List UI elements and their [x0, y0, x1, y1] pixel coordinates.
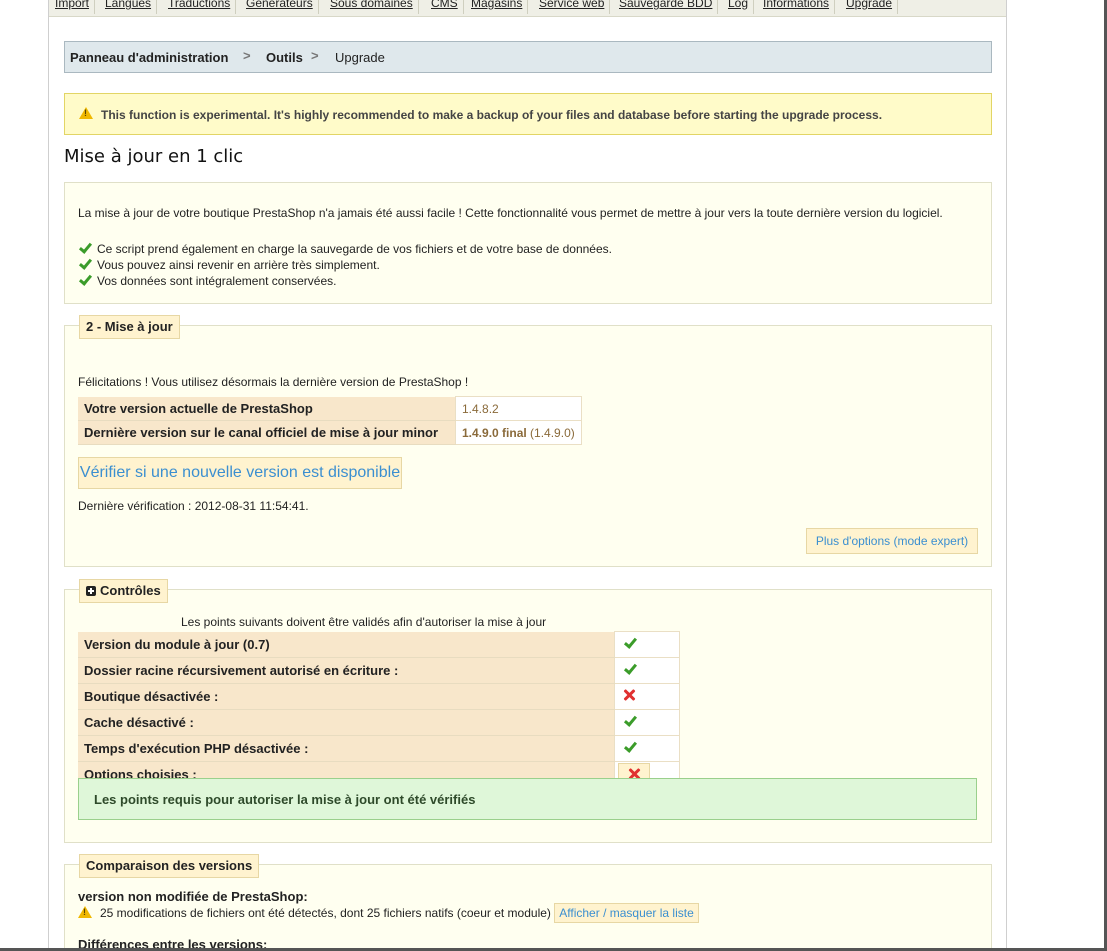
intro-panel: La mise à jour de votre boutique PrestaS…: [64, 182, 992, 304]
control-status: [614, 631, 680, 658]
tab-sous-domaines[interactable]: Sous domaines: [330, 0, 419, 14]
table-row: Votre version actuelle de PrestaShop 1.4…: [78, 396, 582, 421]
controls-table: Version du module à jour (0.7) Dossier r…: [78, 631, 680, 788]
breadcrumb-separator: >: [243, 48, 251, 63]
current-version-value: 1.4.8.2: [455, 396, 582, 421]
right-frame: [1006, 0, 1107, 951]
feature-item: Vous pouvez ainsi revenir en arrière trè…: [78, 258, 380, 272]
control-status: [614, 709, 680, 736]
changes-text: 25 modifications de fichiers ont été dét…: [100, 906, 551, 920]
top-navigation: Import Langues Traductions Générateurs S…: [49, 0, 1006, 17]
table-row: Boutique désactivée :: [78, 683, 680, 710]
version-table: Votre version actuelle de PrestaShop 1.4…: [78, 396, 582, 445]
compare-legend: Comparaison des versions: [79, 854, 260, 878]
control-label: Temps d'exécution PHP désactivée :: [78, 735, 615, 762]
compare-fieldset: Comparaison des versions version non mod…: [64, 854, 992, 951]
current-version-label: Votre version actuelle de PrestaShop: [78, 396, 456, 421]
tab-service-web[interactable]: Service web: [539, 0, 611, 14]
control-status: [614, 657, 680, 684]
expand-plus-icon: [86, 586, 96, 596]
breadcrumb: Panneau d'administration > Outils > Upgr…: [64, 41, 992, 73]
breadcrumb-item-upgrade: Upgrade: [335, 50, 385, 65]
table-row: Dernière version sur le canal officiel d…: [78, 420, 582, 445]
compare-subtitle: version non modifiée de PrestaShop:: [78, 889, 308, 904]
control-label: Boutique désactivée :: [78, 683, 615, 710]
tab-traductions[interactable]: Traductions: [168, 0, 237, 14]
check-icon: [78, 242, 92, 254]
upgrade-fieldset: 2 - Mise à jour Félicitations ! Vous uti…: [64, 315, 992, 567]
tab-informations[interactable]: Informations: [763, 0, 836, 14]
feature-item: Vos données sont intégralement conservée…: [78, 274, 336, 288]
tab-langues[interactable]: Langues: [105, 0, 158, 14]
check-icon: [623, 741, 637, 753]
upgrade-legend: 2 - Mise à jour: [79, 315, 180, 339]
latest-version-label: Dernière version sur le canal officiel d…: [78, 420, 456, 445]
check-icon: [78, 258, 92, 270]
control-label: Version du module à jour (0.7): [78, 631, 615, 658]
check-icon: [623, 637, 637, 649]
controls-success-message: Les points requis pour autoriser la mise…: [78, 778, 977, 820]
warning-text: This function is experimental. It's high…: [101, 108, 883, 122]
last-check-text: Dernière vérification : 2012-08-31 11:54…: [78, 499, 309, 513]
tab-import[interactable]: Import: [55, 0, 96, 14]
table-row: Dossier racine récursivement autorisé en…: [78, 657, 680, 684]
check-icon: [623, 715, 637, 727]
feature-item: Ce script prend également en charge la s…: [78, 242, 612, 256]
left-frame: [0, 0, 49, 951]
control-label: Dossier racine récursivement autorisé en…: [78, 657, 615, 684]
tab-generateurs[interactable]: Générateurs: [246, 0, 319, 14]
main-content: Import Langues Traductions Générateurs S…: [49, 0, 1006, 951]
warning-icon: [79, 107, 93, 119]
breadcrumb-item-outils[interactable]: Outils: [266, 50, 303, 65]
feature-text: Vos données sont intégralement conservée…: [97, 274, 337, 288]
success-text: Les points requis pour autoriser la mise…: [94, 792, 476, 807]
control-status: [614, 735, 680, 762]
check-new-version-button[interactable]: Vérifier si une nouvelle version est dis…: [78, 457, 402, 489]
latest-version-extra: (1.4.9.0): [530, 425, 575, 440]
table-row: Cache désactivé :: [78, 709, 680, 736]
check-icon: [623, 663, 637, 675]
tab-sauvegarde-bdd[interactable]: Sauvegarde BDD: [619, 0, 719, 14]
toggle-list-button[interactable]: Afficher / masquer la liste: [554, 903, 699, 923]
expert-mode-button[interactable]: Plus d'options (mode expert): [806, 528, 978, 554]
control-status: [614, 683, 680, 710]
latest-version-bold: 1.4.9.0 final: [462, 425, 527, 440]
tab-log[interactable]: Log: [728, 0, 755, 14]
tab-upgrade[interactable]: Upgrade: [846, 0, 899, 14]
breadcrumb-item-admin[interactable]: Panneau d'administration: [70, 50, 228, 65]
controls-intro: Les points suivants doivent être validés…: [181, 615, 547, 629]
page-title: Mise à jour en 1 clic: [64, 146, 244, 167]
controls-legend[interactable]: Contrôles: [79, 579, 168, 603]
feature-text: Vous pouvez ainsi revenir en arrière trè…: [97, 258, 380, 272]
check-icon: [78, 274, 92, 286]
warning-icon: [78, 906, 92, 918]
tab-cms[interactable]: CMS: [431, 0, 464, 14]
breadcrumb-separator: >: [311, 48, 319, 63]
controls-legend-text: Contrôles: [100, 583, 161, 598]
cross-icon: [622, 688, 636, 702]
table-row: Temps d'exécution PHP désactivée :: [78, 735, 680, 762]
changes-line: 25 modifications de fichiers ont été dét…: [78, 903, 699, 923]
feature-text: Ce script prend également en charge la s…: [97, 242, 612, 256]
experimental-warning: This function is experimental. It's high…: [64, 93, 992, 135]
control-label: Cache désactivé :: [78, 709, 615, 736]
intro-paragraph: La mise à jour de votre boutique PrestaS…: [78, 206, 943, 220]
table-row: Version du module à jour (0.7): [78, 631, 680, 658]
controls-fieldset: Contrôles Les points suivants doivent êt…: [64, 579, 992, 843]
tab-magasins[interactable]: Magasins: [471, 0, 529, 14]
upgrade-message: Félicitations ! Vous utilisez désormais …: [78, 375, 469, 389]
latest-version-value: 1.4.9.0 final (1.4.9.0): [455, 420, 582, 445]
